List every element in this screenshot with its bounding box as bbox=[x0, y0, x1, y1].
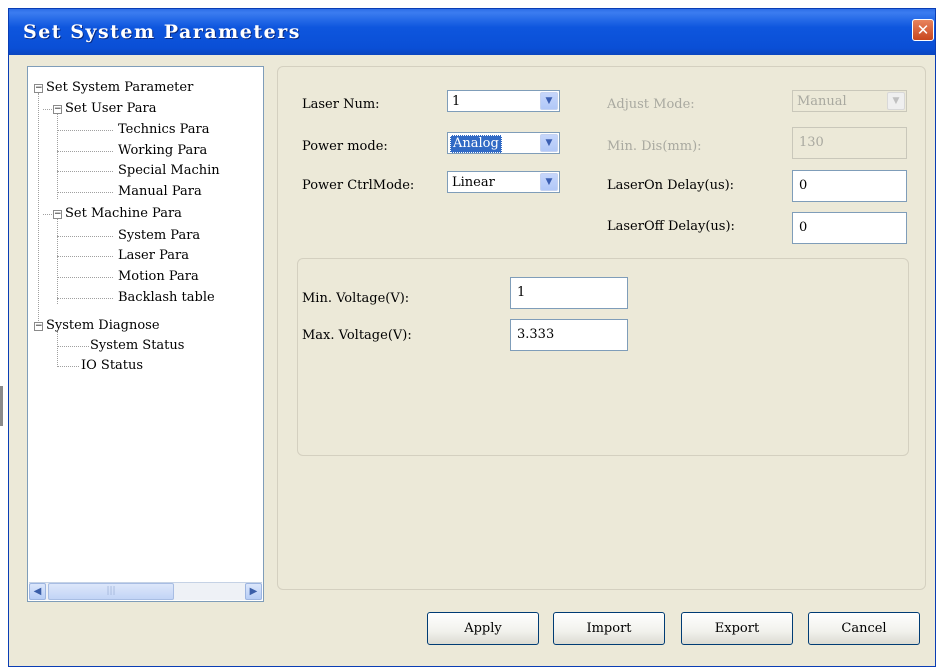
laser-num-value: 1 bbox=[452, 94, 461, 109]
power-mode-value: Analog bbox=[450, 135, 502, 153]
tree-item-system-para[interactable]: System Para bbox=[118, 228, 200, 244]
tree-item-laser-para[interactable]: Laser Para bbox=[118, 248, 189, 264]
settings-tree[interactable]: − − − − Set System Parameter Set User Pa… bbox=[27, 66, 264, 602]
laser-off-delay-field[interactable]: 0 bbox=[792, 212, 907, 244]
laser-num-label: Laser Num: bbox=[302, 97, 380, 112]
title-bar[interactable]: Set System Parameters ✕ bbox=[9, 9, 935, 55]
collapse-icon[interactable]: − bbox=[53, 105, 62, 114]
scroll-right-button[interactable]: ▶ bbox=[245, 583, 262, 600]
tree-item-working-para[interactable]: Working Para bbox=[118, 143, 207, 159]
import-button[interactable]: Import bbox=[553, 612, 665, 645]
close-icon: ✕ bbox=[916, 21, 930, 39]
collapse-icon[interactable]: − bbox=[34, 84, 43, 93]
tree-horizontal-scrollbar[interactable]: ◀ ||| ▶ bbox=[29, 582, 262, 600]
arrow-right-icon: ▶ bbox=[249, 586, 258, 597]
chevron-down-icon: ▼ bbox=[540, 173, 558, 191]
laser-num-dropdown[interactable]: 1 ▼ bbox=[447, 90, 560, 112]
tree-item-set-user-para[interactable]: Set User Para bbox=[65, 101, 157, 117]
laser-on-delay-label: LaserOn Delay(us): bbox=[607, 178, 735, 193]
chevron-down-icon: ▼ bbox=[540, 134, 558, 152]
collapse-icon[interactable]: − bbox=[34, 322, 43, 331]
tree-item-technics-para[interactable]: Technics Para bbox=[118, 122, 210, 138]
tree-item-set-machine-para[interactable]: Set Machine Para bbox=[65, 206, 182, 222]
close-button[interactable]: ✕ bbox=[912, 19, 934, 41]
chevron-down-icon: ▼ bbox=[887, 92, 905, 110]
adjust-mode-dropdown[interactable]: Manual ▼ bbox=[792, 90, 907, 112]
max-voltage-field[interactable]: 3.333 bbox=[510, 319, 628, 351]
tree-item-io-status[interactable]: IO Status bbox=[81, 358, 143, 374]
power-ctrl-mode-dropdown[interactable]: Linear ▼ bbox=[447, 171, 560, 193]
min-voltage-label: Min. Voltage(V): bbox=[302, 291, 410, 306]
laser-on-delay-field[interactable]: 0 bbox=[792, 170, 907, 202]
scroll-thumb[interactable]: ||| bbox=[48, 583, 174, 600]
power-ctrl-mode-label: Power CtrlMode: bbox=[302, 178, 415, 193]
chevron-down-icon: ▼ bbox=[540, 92, 558, 110]
arrow-left-icon: ◀ bbox=[33, 586, 42, 597]
max-voltage-label: Max. Voltage(V): bbox=[302, 328, 412, 343]
export-button[interactable]: Export bbox=[681, 612, 793, 645]
window-title: Set System Parameters bbox=[23, 21, 301, 43]
tree-item-special-machine[interactable]: Special Machin bbox=[118, 163, 220, 179]
tree-item-system-status[interactable]: System Status bbox=[90, 338, 184, 354]
min-dis-label: Min. Dis(mm): bbox=[607, 139, 702, 154]
apply-button[interactable]: Apply bbox=[427, 612, 539, 645]
adjust-mode-label: Adjust Mode: bbox=[607, 97, 695, 112]
power-mode-label: Power mode: bbox=[302, 139, 388, 154]
cancel-button[interactable]: Cancel bbox=[808, 612, 920, 645]
scroll-left-button[interactable]: ◀ bbox=[29, 583, 46, 600]
min-voltage-field[interactable]: 1 bbox=[510, 277, 628, 309]
adjust-mode-value: Manual bbox=[797, 94, 847, 109]
tree-item-set-system-parameter[interactable]: Set System Parameter bbox=[46, 80, 193, 96]
collapse-icon[interactable]: − bbox=[53, 210, 62, 219]
left-edge-marker bbox=[0, 386, 3, 426]
power-mode-dropdown[interactable]: Analog ▼ bbox=[447, 132, 560, 154]
power-ctrl-mode-value: Linear bbox=[452, 175, 495, 190]
tree-item-motion-para[interactable]: Motion Para bbox=[118, 269, 199, 285]
tree-item-system-diagnose[interactable]: System Diagnose bbox=[46, 318, 160, 334]
tree-item-backlash-table[interactable]: Backlash table bbox=[118, 290, 215, 306]
min-dis-field[interactable]: 130 bbox=[792, 127, 907, 159]
laser-off-delay-label: LaserOff Delay(us): bbox=[607, 219, 735, 234]
tree-item-manual-para[interactable]: Manual Para bbox=[118, 184, 202, 200]
